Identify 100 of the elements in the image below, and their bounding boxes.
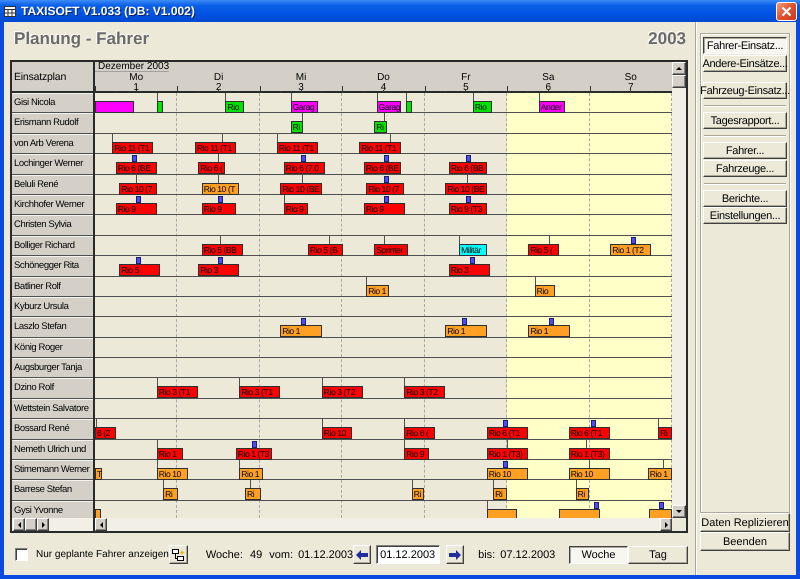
driver-name[interactable]: Barrese Stefan [12, 480, 93, 501]
driver-name[interactable]: Schönegger Rita [12, 256, 93, 277]
schedule-bar[interactable]: Rio 3 [198, 264, 240, 276]
schedule-bar[interactable]: Rio 10 [156, 468, 188, 480]
schedule-bar[interactable]: Rio 3 (T2 [404, 386, 446, 398]
panel-button[interactable]: Fahrzeuge... [703, 160, 787, 177]
schedule-bar[interactable]: Sprinter [374, 244, 408, 256]
schedule-bar[interactable]: Rio 5 [119, 264, 160, 276]
driver-name[interactable]: Kirchhofer Werner [12, 194, 93, 216]
schedule-bar[interactable]: Rio 5 ( [528, 244, 560, 256]
vertical-scrollbar[interactable] [672, 62, 686, 518]
scroll-thumb[interactable] [672, 75, 686, 88]
driver-name[interactable]: von Arb Verena [12, 134, 93, 154]
schedule-bar[interactable]: Ri [576, 488, 590, 500]
schedule-bar[interactable]: Rio 1 [280, 325, 322, 338]
driver-name[interactable]: Bolliger Richard [12, 236, 93, 256]
schedule-bar[interactable]: Rio 10 [568, 468, 610, 480]
driver-name[interactable]: Bossard René [12, 419, 93, 440]
schedule-bar[interactable]: Rio 3 (T2 [322, 386, 363, 398]
schedule-bar[interactable]: Rio 11 (T1 [112, 142, 154, 154]
driver-name[interactable]: Beluli René [12, 174, 93, 195]
schedule-bar[interactable]: Rio 3 (T1 [156, 386, 198, 398]
horizontal-scrollbar[interactable] [95, 518, 672, 531]
scroll-left-button[interactable] [13, 518, 25, 531]
driver-name[interactable]: Gysi Yvonne [12, 500, 93, 518]
driver-name[interactable]: Christen Sylvia [12, 215, 93, 236]
panel-button[interactable]: Berichte... [703, 190, 787, 207]
schedule-bar[interactable]: Ri [493, 488, 507, 500]
schedule-bar[interactable] [406, 101, 412, 113]
driver-name[interactable]: Stirnemann Werner [12, 460, 93, 480]
driver-name[interactable]: Erismann Rudolf [12, 113, 93, 134]
schedule-bar[interactable]: Rio 10 [486, 468, 528, 480]
driver-name[interactable]: Laszlo Stefan [12, 317, 93, 338]
driver-name[interactable]: Wettstein Salvatore [12, 398, 93, 420]
view-toggle[interactable]: Woche [569, 546, 628, 564]
schedule-bar[interactable] [95, 508, 101, 518]
panel-button[interactable]: Fahrer-Einsatz... [703, 37, 787, 54]
schedule-bar[interactable]: Ri [245, 488, 261, 500]
schedule-bar[interactable]: Rio 10 (7 [366, 182, 404, 195]
schedule-bar[interactable]: Rio 1 (T2 [610, 244, 652, 256]
schedule-bar[interactable]: Rio 3 (T1 [239, 386, 280, 398]
schedule-bar[interactable]: Rio 1 [648, 468, 672, 480]
driver-name[interactable]: Gisi Nicola [12, 93, 93, 114]
schedule-bar[interactable]: Rio [225, 101, 244, 113]
schedule-bar[interactable]: Rio 6 (BE [364, 162, 401, 174]
schedule-bar[interactable]: Rio 6 (T1 [486, 427, 528, 440]
next-week-button[interactable] [446, 545, 464, 564]
schedule-bar[interactable]: Rio 1 (T3) [486, 448, 528, 460]
driver-name[interactable]: Batliner Rolf [12, 276, 93, 297]
scroll-right-button[interactable] [660, 518, 672, 531]
schedule-bar[interactable]: Rio 1 [366, 284, 390, 297]
driver-name[interactable]: König Roger [12, 338, 93, 358]
schedule-bar[interactable]: Rio 3 [448, 264, 490, 276]
horizontal-scrollbar[interactable] [12, 518, 95, 531]
scroll-left-button[interactable] [95, 518, 107, 531]
schedule-bar[interactable]: Rio 9 [404, 448, 430, 460]
schedule-bar[interactable]: Militär [459, 244, 487, 256]
schedule-bar[interactable]: Rio 1 [528, 325, 570, 338]
schedule-bar[interactable]: Rio 6 ( [198, 162, 226, 174]
schedule-bar[interactable]: Rio 6 (BE [116, 162, 157, 174]
action-button[interactable]: Beenden [700, 532, 790, 551]
schedule-bar[interactable]: 6 (2 [95, 427, 116, 440]
close-button[interactable] [776, 2, 797, 20]
date-field[interactable]: 01.12.2003 [376, 545, 440, 564]
driver-name[interactable]: Kyburz Ursula [12, 296, 93, 318]
driver-name[interactable]: Dzino Rolf [12, 378, 93, 399]
schedule-bar[interactable]: Rio 11 (T1 [359, 142, 401, 154]
panel-button[interactable]: Fahrer... [703, 142, 787, 159]
schedule-bar[interactable]: Rio 10 [322, 427, 352, 440]
scroll-up-button[interactable] [672, 62, 686, 75]
driver-name[interactable]: Augsburger Tanja [12, 358, 93, 378]
schedule-bar[interactable]: Ander [538, 101, 566, 113]
schedule-bar[interactable]: Ri [412, 488, 424, 500]
schedule-bar[interactable]: Rio 6 (T1 [568, 427, 610, 440]
previous-week-button[interactable] [353, 545, 372, 564]
schedule-bar[interactable]: Garag [290, 101, 318, 113]
schedule-bar[interactable]: Ri [658, 427, 672, 440]
schedule-bar[interactable]: Rio 1 [239, 468, 264, 480]
settings-button[interactable]: Einstellungen... [703, 207, 787, 224]
schedule-bar[interactable]: Rio 10 (BE [280, 182, 322, 195]
driver-name[interactable]: Lochinger Werner [12, 154, 93, 175]
schedule-bar[interactable]: Rio 1 (T3) [568, 448, 610, 460]
scroll-down-button[interactable] [672, 505, 686, 518]
schedule-bar[interactable]: Rio 6 ( [404, 427, 435, 440]
scroll-thumb[interactable] [25, 518, 37, 531]
panel-button[interactable]: Tagesrapport... [703, 112, 787, 129]
schedule-bar[interactable]: Rio 1 [445, 325, 487, 338]
schedule-bar[interactable]: Rio 6 (7.0 [284, 162, 326, 174]
action-button[interactable]: Daten Replizieren [700, 513, 790, 532]
schedule-bar[interactable]: Ri [163, 488, 178, 500]
schedule-bar[interactable]: Ri [290, 121, 303, 134]
schedule-bar[interactable]: Rio 10 (BE [445, 182, 487, 195]
layout-button[interactable] [168, 545, 188, 564]
driver-name[interactable]: Nemeth Ulrich und [12, 440, 93, 460]
schedule-bar[interactable]: Rio 10 (7 [119, 182, 157, 195]
schedule-bar[interactable]: Ri [374, 121, 387, 134]
scroll-right-button[interactable] [37, 518, 49, 531]
view-toggle[interactable]: Tag [628, 546, 688, 564]
checkbox[interactable] [15, 548, 28, 561]
schedule-bar[interactable]: Rio 6 (BB [448, 162, 488, 174]
